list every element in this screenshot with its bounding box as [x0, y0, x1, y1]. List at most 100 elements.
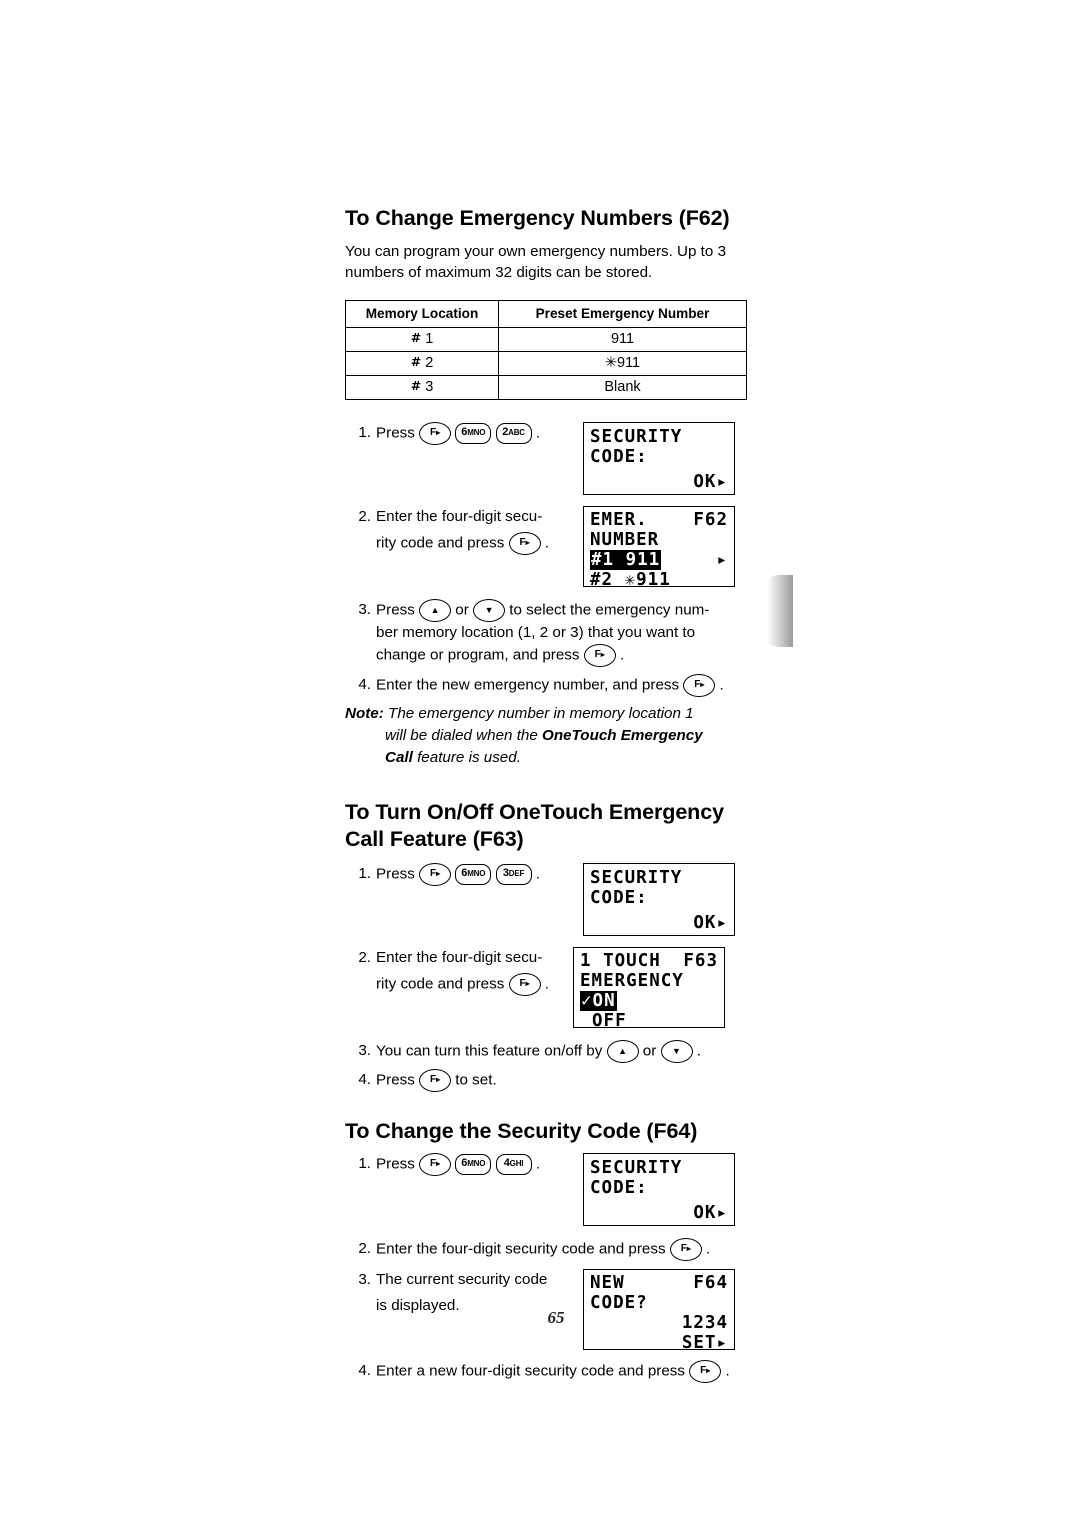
- step-label: rity code and press: [376, 975, 505, 993]
- step-text-col: 2. Enter the four-digit secu- rity code …: [345, 947, 573, 996]
- step-period: .: [619, 646, 625, 664]
- key-6-mno[interactable]: 6MNO: [455, 1153, 492, 1175]
- note-block: Note: The emergency number in memory loc…: [345, 703, 745, 769]
- function-key[interactable]: F▸: [419, 1068, 452, 1092]
- lcd-line: EMER. F62: [584, 510, 734, 530]
- cell-memory-location: # 1: [345, 327, 499, 353]
- step-label: Press: [376, 1071, 415, 1089]
- step-label-4: change or program, and press: [376, 646, 580, 664]
- step-f63-4: 4. Press F▸ to set.: [345, 1068, 745, 1092]
- note-line-3: Call feature is used.: [345, 747, 745, 769]
- lcd-entry-1: #1 911: [590, 550, 662, 571]
- function-key[interactable]: F▸: [508, 532, 541, 556]
- step-text: Press F▸ 6MNO 2ABC .: [376, 422, 583, 446]
- function-key[interactable]: F▸: [508, 972, 541, 996]
- folio-text: 65: [547, 1308, 565, 1327]
- step-block-f62-1: 1. Press F▸ 6MNO 2ABC . SECURITY CODE: O…: [345, 422, 745, 496]
- step-text: Press ▲ or ▼ to select the emergency num…: [376, 599, 745, 668]
- key-2-abc[interactable]: 2ABC: [495, 423, 532, 445]
- step-f62-4: 4. Enter the new emergency number, and p…: [345, 674, 745, 698]
- page-number: 65: [532, 1305, 580, 1331]
- step-label: Press: [376, 865, 415, 883]
- step-period: .: [725, 1362, 730, 1380]
- step-number: 3.: [358, 1270, 371, 1288]
- step-label: Press: [376, 424, 415, 442]
- up-arrow-key[interactable]: ▲: [419, 599, 452, 623]
- section-intro-f62: You can program your own emergency numbe…: [345, 242, 727, 282]
- step-text: Press F▸ 6MNO 3DEF .: [376, 862, 583, 886]
- step-f64-4: 4. Enter a new four-digit security code …: [345, 1359, 745, 1383]
- step-text: Press F▸ to set.: [376, 1068, 745, 1092]
- function-key[interactable]: F▸: [689, 1359, 722, 1383]
- table-row: # 3 Blank: [345, 375, 747, 401]
- step-period: .: [706, 1240, 711, 1258]
- step: 1. Press F▸ 6MNO 2ABC .: [345, 422, 583, 446]
- hash-icon: #: [410, 354, 422, 370]
- lcd-feature-code: F64: [693, 1272, 728, 1293]
- page-content: To Change Emergency Numbers (F62) You ca…: [345, 205, 747, 1383]
- step-text: Enter the new emergency number, and pres…: [376, 674, 745, 698]
- function-key[interactable]: F▸: [583, 644, 616, 668]
- step: 2. Enter the four-digit secu-: [345, 947, 573, 969]
- lcd-line: CODE?: [590, 1292, 648, 1313]
- key-4-ghi[interactable]: 4GHI: [495, 1153, 532, 1175]
- step-number: 1.: [358, 424, 371, 442]
- cell-preset-number: 911: [498, 327, 747, 353]
- section-title-line-2: Call Feature (F63): [345, 827, 524, 852]
- lcd-line: CODE:: [590, 887, 648, 908]
- step: 2. Enter the four-digit secu-: [345, 506, 583, 528]
- step-text: rity code and press F▸ .: [376, 532, 583, 556]
- function-key[interactable]: F▸: [669, 1237, 702, 1261]
- lcd-line: EMERGENCY: [580, 970, 684, 991]
- step-text: Enter the four-digit security code and p…: [376, 1237, 745, 1261]
- step-text: rity code and press F▸ .: [376, 972, 573, 996]
- column-header-preset-number: Preset Emergency Number: [498, 300, 747, 329]
- step-block-f64-1: 1. Press F▸ 6MNO 4GHI . SECURITY CODE: O…: [345, 1152, 745, 1226]
- step-text: Enter the four-digit secu-: [376, 508, 543, 526]
- step-label: Enter a new four-digit security code and…: [376, 1362, 685, 1380]
- step-label-3: ber memory location (1, 2 or 3) that you…: [376, 624, 696, 642]
- down-arrow-key[interactable]: ▼: [660, 1039, 693, 1063]
- cell-location-value: 3: [425, 379, 434, 396]
- lcd-current-code: 1234: [681, 1312, 728, 1333]
- lcd-feature-code: F63: [683, 950, 718, 971]
- note-text-1: The emergency number in memory location …: [388, 705, 694, 723]
- lcd-title: 1 TOUCH: [580, 950, 661, 971]
- step-text-col: 2. Enter the four-digit secu- rity code …: [345, 506, 583, 556]
- step-label: Press: [376, 1155, 415, 1173]
- step-conjunction: or: [455, 601, 469, 619]
- step-number: 2.: [358, 1239, 371, 1257]
- section-title-f63: To Turn On/Off OneTouch Emergency Call F…: [345, 799, 745, 853]
- key-6-mno[interactable]: 6MNO: [455, 863, 492, 885]
- step-label-2: to set.: [455, 1071, 497, 1089]
- emergency-number-table: Memory Location Preset Emergency Number …: [345, 300, 747, 401]
- function-key[interactable]: F▸: [419, 1152, 452, 1176]
- lcd-line: NUMBER: [590, 530, 660, 551]
- cell-memory-location: # 2: [345, 351, 499, 377]
- lcd-option-on: ✓ON: [580, 990, 617, 1011]
- note-text-2b: OneTouch Emergency: [542, 727, 703, 745]
- lcd-emer-number: EMER. F62 NUMBER #1 911 ▸ #2 ✳911: [583, 506, 735, 590]
- manual-page: To Change Emergency Numbers (F62) You ca…: [0, 0, 1080, 1528]
- up-arrow-key[interactable]: ▲: [606, 1039, 639, 1063]
- down-arrow-key[interactable]: ▼: [473, 599, 506, 623]
- step-block-f62-2: 2. Enter the four-digit secu- rity code …: [345, 506, 745, 590]
- function-key[interactable]: F▸: [683, 674, 716, 698]
- function-key[interactable]: F▸: [419, 862, 452, 886]
- key-3-def[interactable]: 3DEF: [495, 863, 532, 885]
- step-text: The current security code: [376, 1270, 548, 1288]
- lcd-line: CODE:: [590, 447, 648, 468]
- step-text: Press F▸ 6MNO 4GHI .: [376, 1152, 583, 1176]
- step-number: 4.: [358, 676, 371, 694]
- function-key[interactable]: F▸: [419, 422, 452, 446]
- lcd-one-touch-emergency: 1 TOUCH F63 EMERGENCY ✓ON OFF: [573, 946, 725, 1031]
- note-line-1: Note: The emergency number in memory loc…: [345, 703, 745, 725]
- lcd-line: NEW F64: [584, 1273, 734, 1293]
- note-label: Note:: [345, 705, 384, 723]
- step-number: 3.: [358, 601, 371, 619]
- lcd-softkey-ok: OK▸: [693, 1202, 728, 1223]
- step-continued: rity code and press F▸ .: [345, 532, 583, 556]
- step-block-f63-2: 2. Enter the four-digit secu- rity code …: [345, 946, 745, 1031]
- table-row: # 2 ✳911: [345, 351, 747, 377]
- key-6-mno[interactable]: 6MNO: [455, 423, 492, 445]
